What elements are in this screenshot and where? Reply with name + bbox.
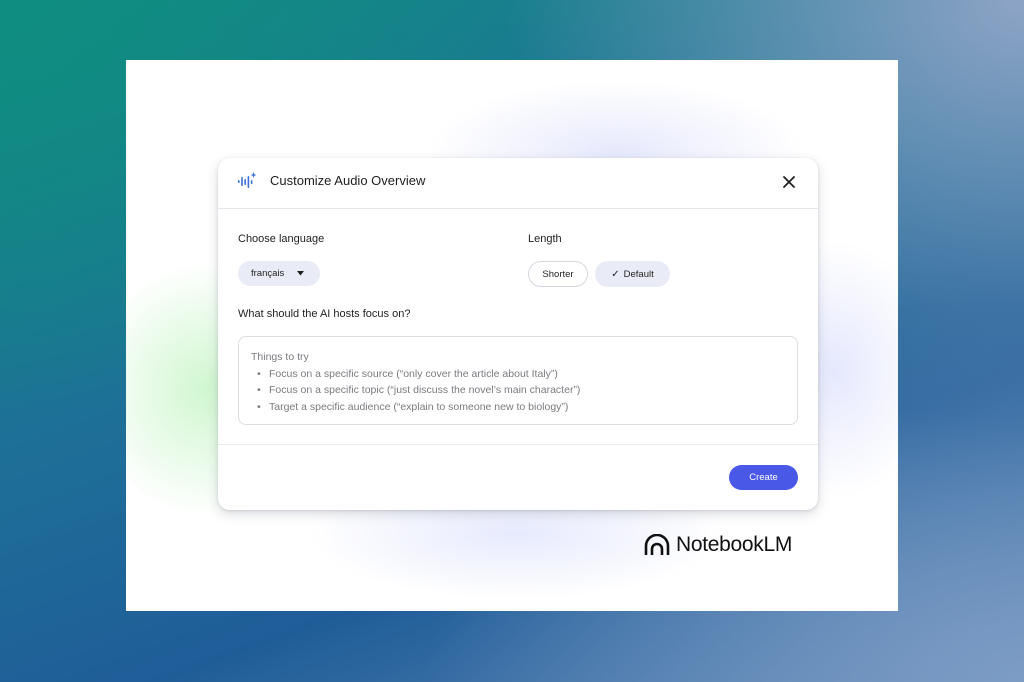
suggestion-item: Target a specific audience (“explain to …: [257, 399, 785, 416]
suggestion-item: Focus on a specific source (“only cover …: [257, 366, 785, 383]
create-button[interactable]: Create: [729, 465, 798, 490]
language-dropdown[interactable]: français: [238, 261, 320, 286]
close-icon: [783, 176, 795, 188]
length-option-label: Default: [623, 268, 654, 280]
suggestion-item: Focus on a specific topic (“just discuss…: [257, 382, 785, 399]
length-option-label: Shorter: [542, 268, 574, 280]
brand-lockup: NotebookLM: [644, 531, 792, 559]
check-icon: ✓: [611, 268, 620, 280]
brand-name: NotebookLM: [676, 533, 793, 556]
close-button[interactable]: [778, 171, 800, 193]
footer-divider: [218, 444, 818, 445]
length-label: Length: [528, 233, 562, 245]
language-selected: français: [251, 268, 285, 279]
customize-audio-dialog: Customize Audio Overview Choose language…: [218, 158, 818, 510]
length-option-default[interactable]: ✓ Default: [595, 261, 670, 287]
focus-label: What should the AI hosts focus on?: [238, 308, 411, 320]
focus-textarea[interactable]: Things to try Focus on a specific source…: [238, 336, 798, 425]
suggestion-list: Focus on a specific source (“only cover …: [251, 366, 785, 416]
audio-sparkle-icon: [238, 172, 257, 188]
dialog-header: Customize Audio Overview: [218, 158, 818, 209]
dialog-title: Customize Audio Overview: [270, 173, 426, 188]
placeholder-heading: Things to try: [251, 351, 309, 363]
choose-language-label: Choose language: [238, 233, 325, 245]
notebooklm-logo-icon: [644, 534, 670, 555]
caret-down-icon: [297, 271, 304, 276]
length-option-shorter[interactable]: Shorter: [528, 261, 588, 287]
